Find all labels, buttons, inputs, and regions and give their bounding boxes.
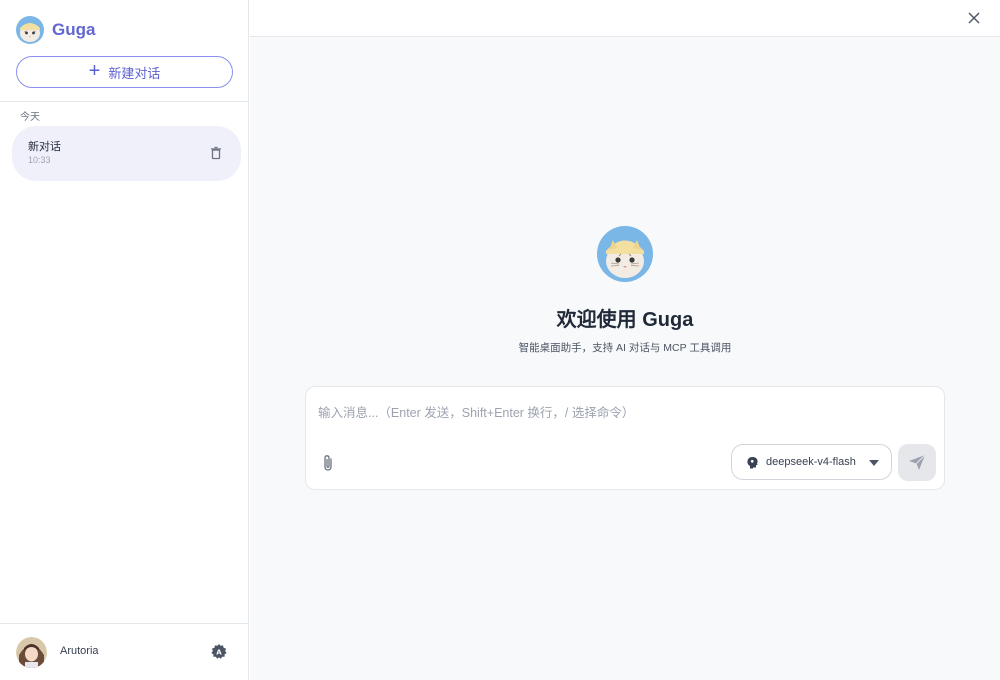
sidebar: Guga + 新建对话 今天 新对话 10:33 Arutoria A [0,0,249,680]
trash-icon[interactable] [209,146,223,160]
welcome-title: 欢迎使用 Guga [556,309,694,331]
message-composer: deepseek-v4-flash [305,386,945,490]
brand-name: Guga [52,20,96,39]
top-bar [250,0,1000,37]
svg-text:A: A [216,649,222,657]
new-chat-button[interactable]: + 新建对话 [16,56,233,88]
plus-icon: + [88,60,101,82]
cat-avatar-icon [597,226,653,282]
send-icon [909,454,926,470]
chevron-down-icon [869,460,879,466]
chat-title: 新对话 [28,141,61,153]
welcome-subtitle: 智能桌面助手，支持 AI 对话与 MCP 工具调用 [518,342,732,354]
group-label-today: 今天 [20,112,40,123]
settings-icon[interactable]: A [210,643,228,661]
brain-icon [747,457,758,469]
new-chat-label: 新建对话 [108,65,161,81]
brand: Guga [16,15,95,45]
user-name: Arutoria [60,645,99,657]
close-icon[interactable] [967,11,981,25]
chat-list-item[interactable]: 新对话 10:33 [12,126,241,181]
attach-icon[interactable] [320,454,336,472]
divider [0,623,249,624]
cat-avatar-icon [16,16,44,44]
model-select[interactable]: deepseek-v4-flash [731,444,892,480]
main-panel: 欢迎使用 Guga 智能桌面助手，支持 AI 对话与 MCP 工具调用 deep… [250,0,1000,680]
model-name: deepseek-v4-flash [766,456,856,468]
divider [0,101,249,102]
user-avatar[interactable] [16,637,47,668]
send-button[interactable] [898,444,936,481]
message-input[interactable] [318,402,928,424]
chat-time: 10:33 [28,155,51,165]
